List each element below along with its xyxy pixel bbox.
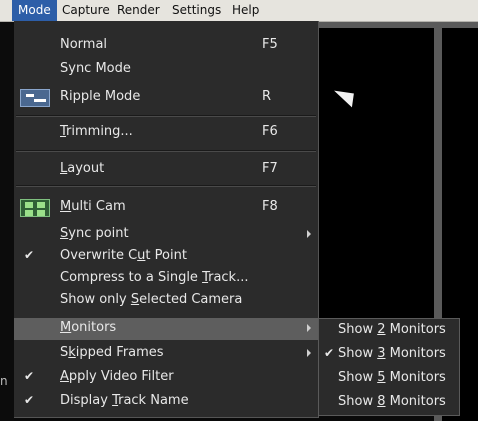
shortcut-label: F6 <box>262 124 278 139</box>
menu-item-layout[interactable]: Layout F7 <box>14 159 318 181</box>
menu-item-sync-point[interactable]: Sync point <box>14 224 318 246</box>
menu-item-label: Compress to a Single Track... <box>60 270 249 285</box>
menu-help[interactable]: Help <box>226 0 265 21</box>
submenu-item-show-3-monitors[interactable]: ✔ Show 3 Monitors <box>319 343 459 365</box>
check-icon: ✔ <box>24 369 35 383</box>
menu-separator <box>16 115 316 117</box>
submenu-arrow-icon <box>307 349 311 357</box>
menu-item-compress-single-track[interactable]: Compress to a Single Track... <box>14 268 318 290</box>
background-text-fragment: n <box>0 374 8 388</box>
menu-item-label: Sync Mode <box>60 61 131 76</box>
menu-item-show-selected-camera[interactable]: Show only Selected Camera <box>14 290 318 312</box>
menu-render[interactable]: Render <box>111 0 166 21</box>
check-icon: ✔ <box>24 393 35 407</box>
background-panel-left <box>0 21 14 421</box>
submenu-item-show-5-monitors[interactable]: Show 5 Monitors <box>319 367 459 389</box>
menu-item-sync-mode[interactable]: Sync Mode <box>14 59 318 81</box>
menu-item-label: Multi Cam <box>60 199 126 214</box>
monitor-panel <box>318 28 434 318</box>
ripple-mode-icon <box>20 89 50 107</box>
menu-item-label: Show 5 Monitors <box>338 370 446 385</box>
playhead-marker-icon <box>332 90 354 108</box>
submenu-item-show-2-monitors[interactable]: Show 2 Monitors <box>319 319 459 341</box>
menu-capture[interactable]: Capture <box>56 0 116 21</box>
check-icon: ✔ <box>24 248 35 262</box>
menu-item-trimming[interactable]: Trimming... F6 <box>14 122 318 144</box>
menu-item-label: Skipped Frames <box>60 345 164 360</box>
menu-item-normal[interactable]: Normal F5 <box>14 35 318 57</box>
shortcut-label: F5 <box>262 37 278 52</box>
mode-menu: Normal F5 Sync Mode Ripple Mode R Trimmi… <box>14 21 319 418</box>
multi-cam-icon <box>20 199 50 217</box>
menu-item-label: Ripple Mode <box>60 89 141 104</box>
menu-item-label: Layout <box>60 161 105 176</box>
menu-separator <box>16 150 316 152</box>
submenu-arrow-icon <box>307 324 311 332</box>
menu-item-label: Sync point <box>60 226 129 241</box>
submenu-item-show-8-monitors[interactable]: Show 8 Monitors <box>319 391 459 413</box>
menu-item-label: Monitors <box>60 320 117 335</box>
menu-bar: Mode Capture Render Settings Help <box>0 0 478 22</box>
menu-item-label: Apply Video Filter <box>60 369 174 384</box>
menu-item-label: Display Track Name <box>60 393 189 408</box>
submenu-arrow-icon <box>307 230 311 238</box>
menu-item-label: Show 2 Monitors <box>338 322 446 337</box>
menu-item-label: Overwrite Cut Point <box>60 248 187 263</box>
menu-item-label: Show 3 Monitors <box>338 346 446 361</box>
check-icon: ✔ <box>324 346 335 360</box>
menu-item-overwrite-cut-point[interactable]: ✔ Overwrite Cut Point <box>14 246 318 268</box>
menu-item-apply-video-filter[interactable]: ✔ Apply Video Filter <box>14 367 318 389</box>
menu-item-multi-cam[interactable]: Multi Cam F8 <box>14 197 318 219</box>
menu-settings[interactable]: Settings <box>166 0 227 21</box>
shortcut-label: F8 <box>262 199 278 214</box>
shortcut-label: R <box>262 89 272 104</box>
menu-item-skipped-frames[interactable]: Skipped Frames <box>14 343 318 365</box>
shortcut-label: F7 <box>262 161 278 176</box>
menu-item-display-track-name[interactable]: ✔ Display Track Name <box>14 391 318 413</box>
menu-item-monitors[interactable]: Monitors <box>14 318 318 340</box>
monitors-submenu: Show 2 Monitors ✔ Show 3 Monitors Show 5… <box>318 318 460 416</box>
menu-item-label: Normal <box>60 37 108 52</box>
menu-item-label: Trimming... <box>60 124 133 139</box>
menu-item-label: Show 8 Monitors <box>338 394 446 409</box>
menu-mode[interactable]: Mode <box>12 0 57 21</box>
menu-item-ripple-mode[interactable]: Ripple Mode R <box>14 87 318 109</box>
menu-separator <box>16 185 316 187</box>
menu-item-label: Show only Selected Camera <box>60 292 243 307</box>
